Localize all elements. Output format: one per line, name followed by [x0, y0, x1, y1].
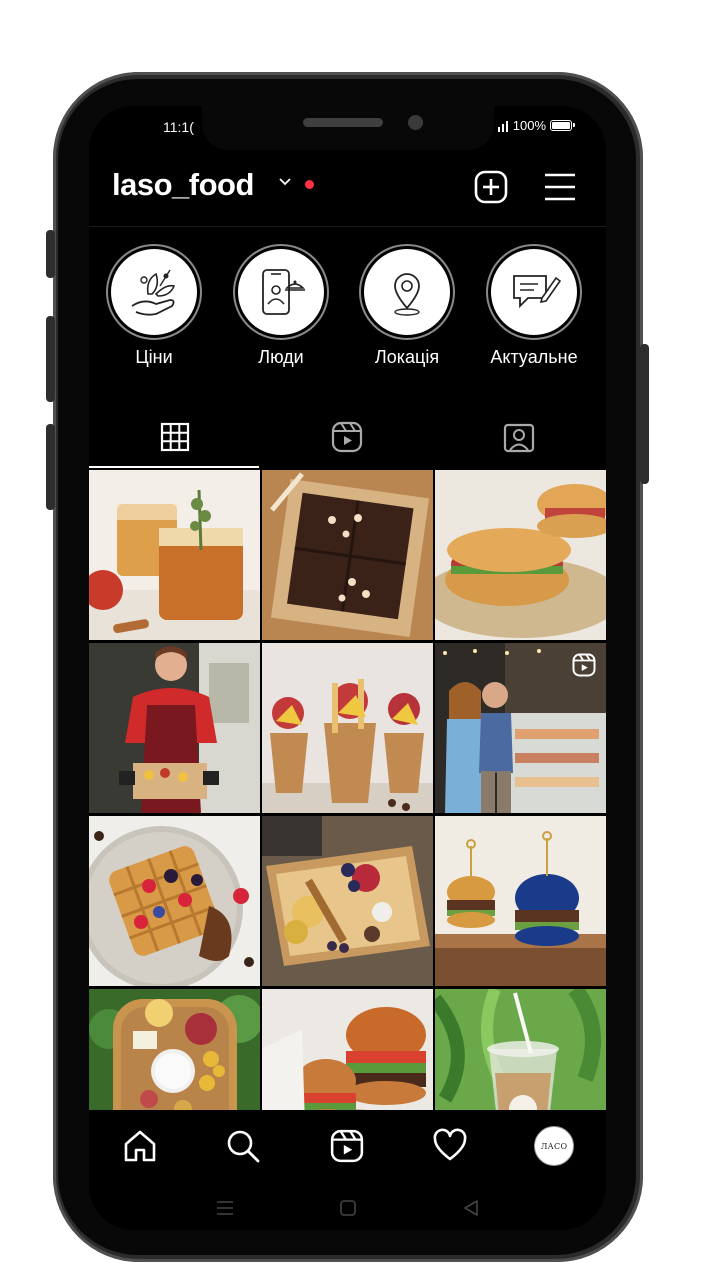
- nav-profile[interactable]: ЛАСО: [532, 1124, 576, 1168]
- posts-grid: [89, 470, 606, 1110]
- hamburger-menu-icon[interactable]: [544, 170, 576, 204]
- story-highlights: Ціни Люди Локація Актуальне: [89, 244, 606, 384]
- location-pin-icon: [394, 273, 420, 316]
- search-icon: [227, 1130, 260, 1163]
- highlight-current[interactable]: Актуальне: [474, 244, 594, 368]
- post-thumbnail[interactable]: [435, 989, 606, 1110]
- post-thumbnail[interactable]: [262, 470, 433, 640]
- nav-home[interactable]: [118, 1124, 162, 1168]
- post-thumbnail[interactable]: [89, 989, 260, 1110]
- highlight-label: Локація: [374, 347, 440, 367]
- nav-activity[interactable]: [428, 1124, 472, 1168]
- system-navigation: [89, 1188, 606, 1230]
- highlight-location[interactable]: Локація: [347, 244, 467, 368]
- side-button-volume-down: [46, 424, 55, 510]
- side-button-volume-up: [46, 316, 55, 402]
- profile-tabs: [89, 406, 606, 468]
- grid-icon: [160, 422, 190, 452]
- hand-leaves-icon: [131, 269, 176, 316]
- profile-username[interactable]: laso_food: [112, 167, 254, 203]
- reels-icon: [331, 421, 363, 453]
- post-thumbnail[interactable]: [435, 643, 606, 813]
- post-thumbnail[interactable]: [435, 470, 606, 640]
- post-thumbnail[interactable]: [89, 643, 260, 813]
- highlight-prices[interactable]: Ціни: [94, 244, 214, 368]
- status-right: 100%: [497, 118, 575, 133]
- notch: [202, 106, 494, 150]
- tab-reels[interactable]: [261, 406, 433, 468]
- battery-percent: 100%: [512, 118, 546, 133]
- post-thumbnail[interactable]: [262, 643, 433, 813]
- post-thumbnail[interactable]: [262, 989, 433, 1110]
- highlight-label: Актуальне: [490, 347, 578, 367]
- side-button-mute: [46, 230, 55, 278]
- recent-apps-icon[interactable]: [215, 1198, 235, 1218]
- tab-posts-grid[interactable]: [89, 406, 261, 468]
- profile-header: laso_food: [89, 162, 606, 212]
- reels-icon: [330, 1129, 364, 1163]
- nav-reels[interactable]: [325, 1124, 369, 1168]
- side-button-power: [640, 344, 649, 484]
- tagged-user-icon: [503, 423, 535, 453]
- bottom-navigation: ЛАСО: [89, 1110, 606, 1182]
- tab-tagged[interactable]: [433, 406, 605, 468]
- chat-pencil-icon: [513, 275, 562, 309]
- post-thumbnail[interactable]: [89, 816, 260, 986]
- back-triangle-icon[interactable]: [461, 1198, 481, 1218]
- heart-icon: [433, 1128, 467, 1161]
- front-camera: [408, 115, 423, 130]
- notification-dot: [305, 180, 314, 189]
- reel-badge-icon: [572, 653, 596, 677]
- nav-search[interactable]: [221, 1124, 265, 1168]
- home-icon: [124, 1130, 156, 1162]
- speaker: [303, 118, 383, 127]
- active-tab-indicator: [89, 466, 259, 468]
- home-square-icon[interactable]: [338, 1198, 358, 1218]
- highlight-people[interactable]: Люди: [221, 244, 341, 368]
- status-time: 11:1(: [163, 119, 194, 135]
- post-thumbnail[interactable]: [435, 816, 606, 986]
- chevron-down-icon[interactable]: [277, 174, 293, 190]
- battery-icon: [550, 120, 575, 131]
- create-post-icon[interactable]: [474, 170, 508, 204]
- phone-delivery-icon: [262, 269, 305, 315]
- signal-icon: [497, 120, 508, 132]
- highlight-label: Люди: [258, 347, 304, 367]
- post-thumbnail[interactable]: [89, 470, 260, 640]
- avatar: ЛАСО: [534, 1126, 574, 1166]
- highlight-label: Ціни: [135, 347, 173, 367]
- post-thumbnail[interactable]: [262, 816, 433, 986]
- screen: 11:1( 100% laso_food Ціни Люди Локація А…: [89, 106, 606, 1230]
- header-divider: [89, 226, 606, 227]
